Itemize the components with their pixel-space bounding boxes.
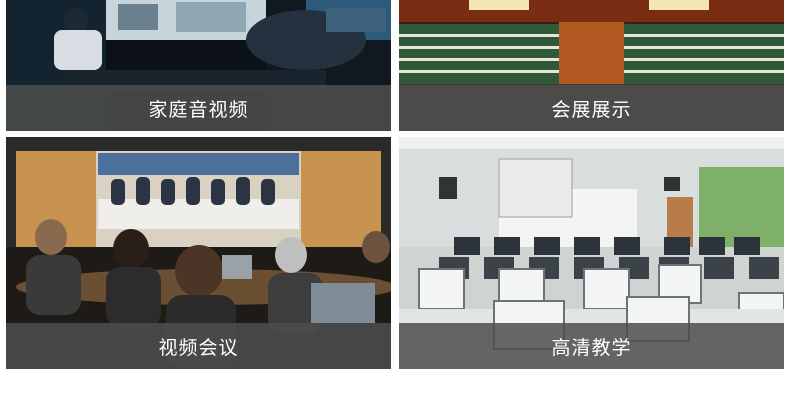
tile-teaching[interactable]: 高清教学: [399, 137, 784, 369]
tile-video-conference[interactable]: 视频会议: [6, 137, 391, 369]
tile-caption: 视频会议: [6, 323, 391, 369]
tile-caption: 家庭音视频: [6, 85, 391, 131]
tile-home-av[interactable]: 家庭音视频: [6, 0, 391, 131]
tile-exhibition[interactable]: 会展展示: [399, 0, 784, 131]
tile-caption: 高清教学: [399, 323, 784, 369]
tile-caption: 会展展示: [399, 85, 784, 131]
